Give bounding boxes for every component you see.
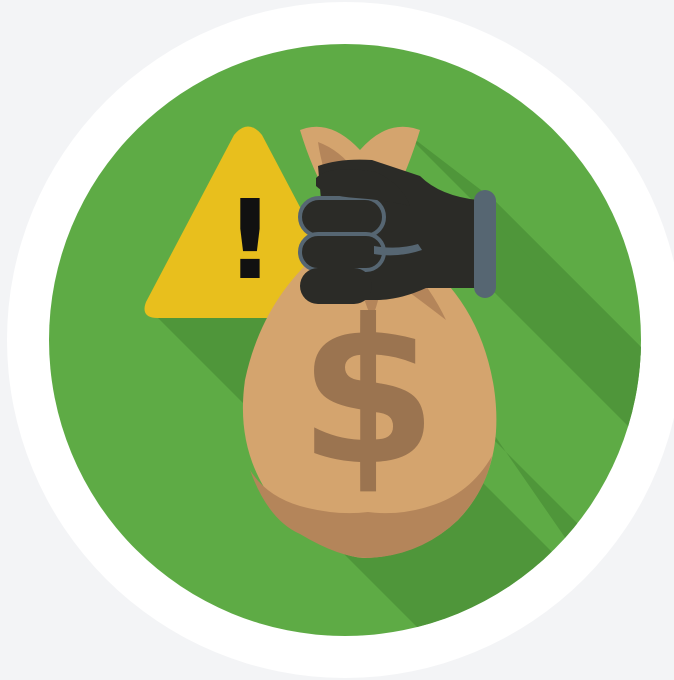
warning-exclamation-mark: ! (225, 176, 275, 304)
glove-finger (300, 268, 372, 304)
glove-finger (298, 196, 386, 238)
glove-cuff (474, 190, 496, 298)
illustration-canvas: ! $ (7, 2, 674, 678)
dollar-sign: $ (298, 277, 437, 510)
fraud-alert-illustration: ! $ (0, 0, 674, 680)
glove-finger (298, 232, 386, 272)
